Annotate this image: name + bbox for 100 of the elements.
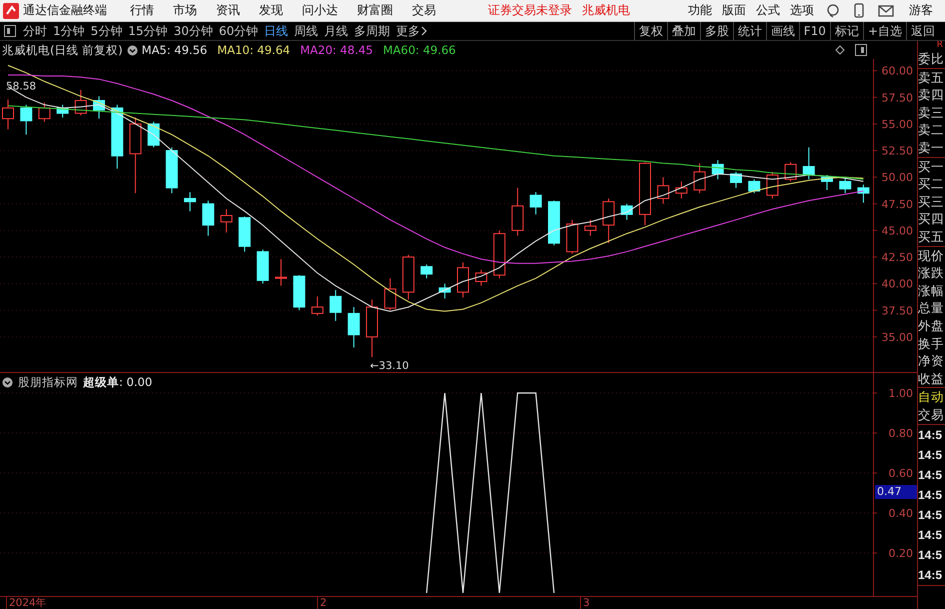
candlestick (402, 254, 414, 300)
value-tick-label: 0.80 (888, 427, 913, 440)
candlestick (93, 96, 105, 120)
quote-field-label: 换手 (918, 334, 945, 352)
quote-field-label: 卖二 (918, 121, 945, 139)
menu-item[interactable]: 资讯 (209, 2, 247, 19)
dropdown-icon[interactable] (126, 44, 138, 56)
menu-item[interactable]: 功能 (683, 2, 717, 19)
candlestick (620, 203, 633, 220)
price-tick-label: 37.50 (882, 304, 913, 318)
panel-toggle-icon[interactable] (855, 44, 867, 56)
app-title: 通达信金融终端 (23, 2, 107, 19)
quote-field-label: 涨跌 (918, 264, 945, 282)
candlestick (348, 306, 360, 348)
candlestick (111, 104, 124, 170)
toolbar-button[interactable]: 画线 (766, 22, 799, 40)
candlestick (74, 89, 87, 116)
period-tab[interactable]: 1分钟 (50, 22, 88, 40)
period-tab[interactable]: 月线 (321, 22, 352, 40)
period-tab[interactable]: 60分钟 (216, 22, 262, 40)
toolbar-button[interactable]: 多股 (700, 22, 733, 40)
ma-name: MA10 (217, 43, 250, 57)
candlestick (202, 200, 214, 236)
period-tab[interactable]: 5分钟 (88, 22, 126, 40)
price-tick-label: 60.00 (882, 64, 913, 78)
price-tick-label: 40.00 (882, 278, 913, 291)
user-name[interactable]: 游客 (909, 2, 933, 19)
candlestick (548, 200, 560, 246)
candlestick (839, 176, 852, 194)
candlestick (730, 171, 742, 188)
price-tick-label: 35.00 (882, 330, 913, 344)
phone-icon[interactable] (854, 3, 864, 18)
candlestick (438, 283, 451, 300)
menu-item[interactable]: 版面 (717, 2, 751, 19)
quote-field-label: 涨幅 (918, 282, 945, 300)
quote-field-label: 卖四 (918, 86, 945, 104)
dropdown-icon[interactable] (2, 376, 13, 388)
trade-time: 14:5 (918, 466, 944, 484)
chat-icon[interactable] (826, 4, 840, 18)
candlestick (38, 102, 50, 122)
candlestick (712, 160, 724, 180)
toolbar-button[interactable]: 叠加 (666, 22, 700, 40)
toolbar-button[interactable]: F10 (798, 22, 830, 40)
quote-field-label: 买五 (918, 228, 945, 246)
candlestick (366, 299, 378, 358)
toolbar-button[interactable]: 复权 (634, 22, 667, 40)
menu-item[interactable]: 交易 (405, 2, 443, 19)
menu-item[interactable]: 发现 (252, 2, 290, 19)
ma-reading: : 48.45 (332, 43, 373, 57)
candlestick (639, 162, 651, 226)
ma-name: MA20 (300, 43, 333, 57)
price-tick-label: 52.50 (882, 144, 913, 158)
candlestick (821, 174, 833, 190)
price-tick-label: 50.00 (882, 171, 913, 184)
candlestick (166, 146, 178, 194)
period-tab[interactable]: 30分钟 (170, 22, 216, 40)
toolbar-button[interactable]: +自选 (862, 22, 906, 40)
value-tick-label: 0.20 (888, 547, 913, 560)
diamond-icon[interactable] (835, 45, 845, 55)
candlestick (457, 262, 469, 298)
date-label: 2024年 (6, 597, 47, 609)
trade-time: 14:5 (918, 446, 944, 464)
period-tab[interactable]: 周线 (291, 22, 322, 40)
quote-field-label: 收益 (918, 370, 945, 388)
quote-field-label: 外盘 (918, 316, 945, 334)
cursor-value-label: 0.47 (875, 485, 917, 499)
period-tab[interactable]: 分时 (20, 22, 50, 40)
candlestick (184, 192, 196, 212)
period-tab[interactable]: 多周期 (351, 22, 394, 40)
candlestick (566, 219, 578, 254)
menu-item[interactable]: 市场 (166, 2, 204, 19)
period-tab[interactable]: 15分钟 (125, 22, 171, 40)
toolbar-button[interactable]: 统计 (732, 22, 766, 40)
menu-item[interactable]: 公式 (751, 2, 785, 19)
period-tab[interactable]: 日线 (261, 22, 292, 40)
quote-field-label: 自动 (918, 388, 945, 406)
quote-field-label: 买四 (918, 210, 945, 228)
quote-field-label: 总量 (918, 299, 945, 317)
toolbar-button[interactable]: 标记 (830, 22, 863, 40)
menu-item[interactable]: 行情 (123, 2, 161, 19)
candlestick (275, 258, 287, 286)
menu-item[interactable]: 选项 (785, 2, 819, 19)
menu-item[interactable]: 问小达 (295, 2, 345, 19)
more-button[interactable]: 更多 (393, 22, 430, 40)
trade-time: 14:5 (918, 426, 944, 444)
menu-item[interactable]: 财富圈 (350, 2, 400, 19)
candlestick (2, 98, 14, 130)
ma-reading: : 49.66 (415, 43, 456, 57)
toolbar-button[interactable]: 返回 (906, 22, 939, 40)
quote-field-label: 买一 (918, 158, 945, 176)
candlestick (530, 192, 542, 215)
status-notice: 证券交易未登录 (488, 2, 572, 19)
candlestick (148, 121, 160, 148)
candlestick (602, 198, 615, 244)
candlestick (256, 249, 269, 284)
candlestick (802, 146, 815, 180)
panel-toggle-icon[interactable] (4, 25, 16, 37)
candlestick (56, 104, 69, 118)
candlestick (330, 290, 342, 322)
mail-icon[interactable] (878, 4, 894, 16)
